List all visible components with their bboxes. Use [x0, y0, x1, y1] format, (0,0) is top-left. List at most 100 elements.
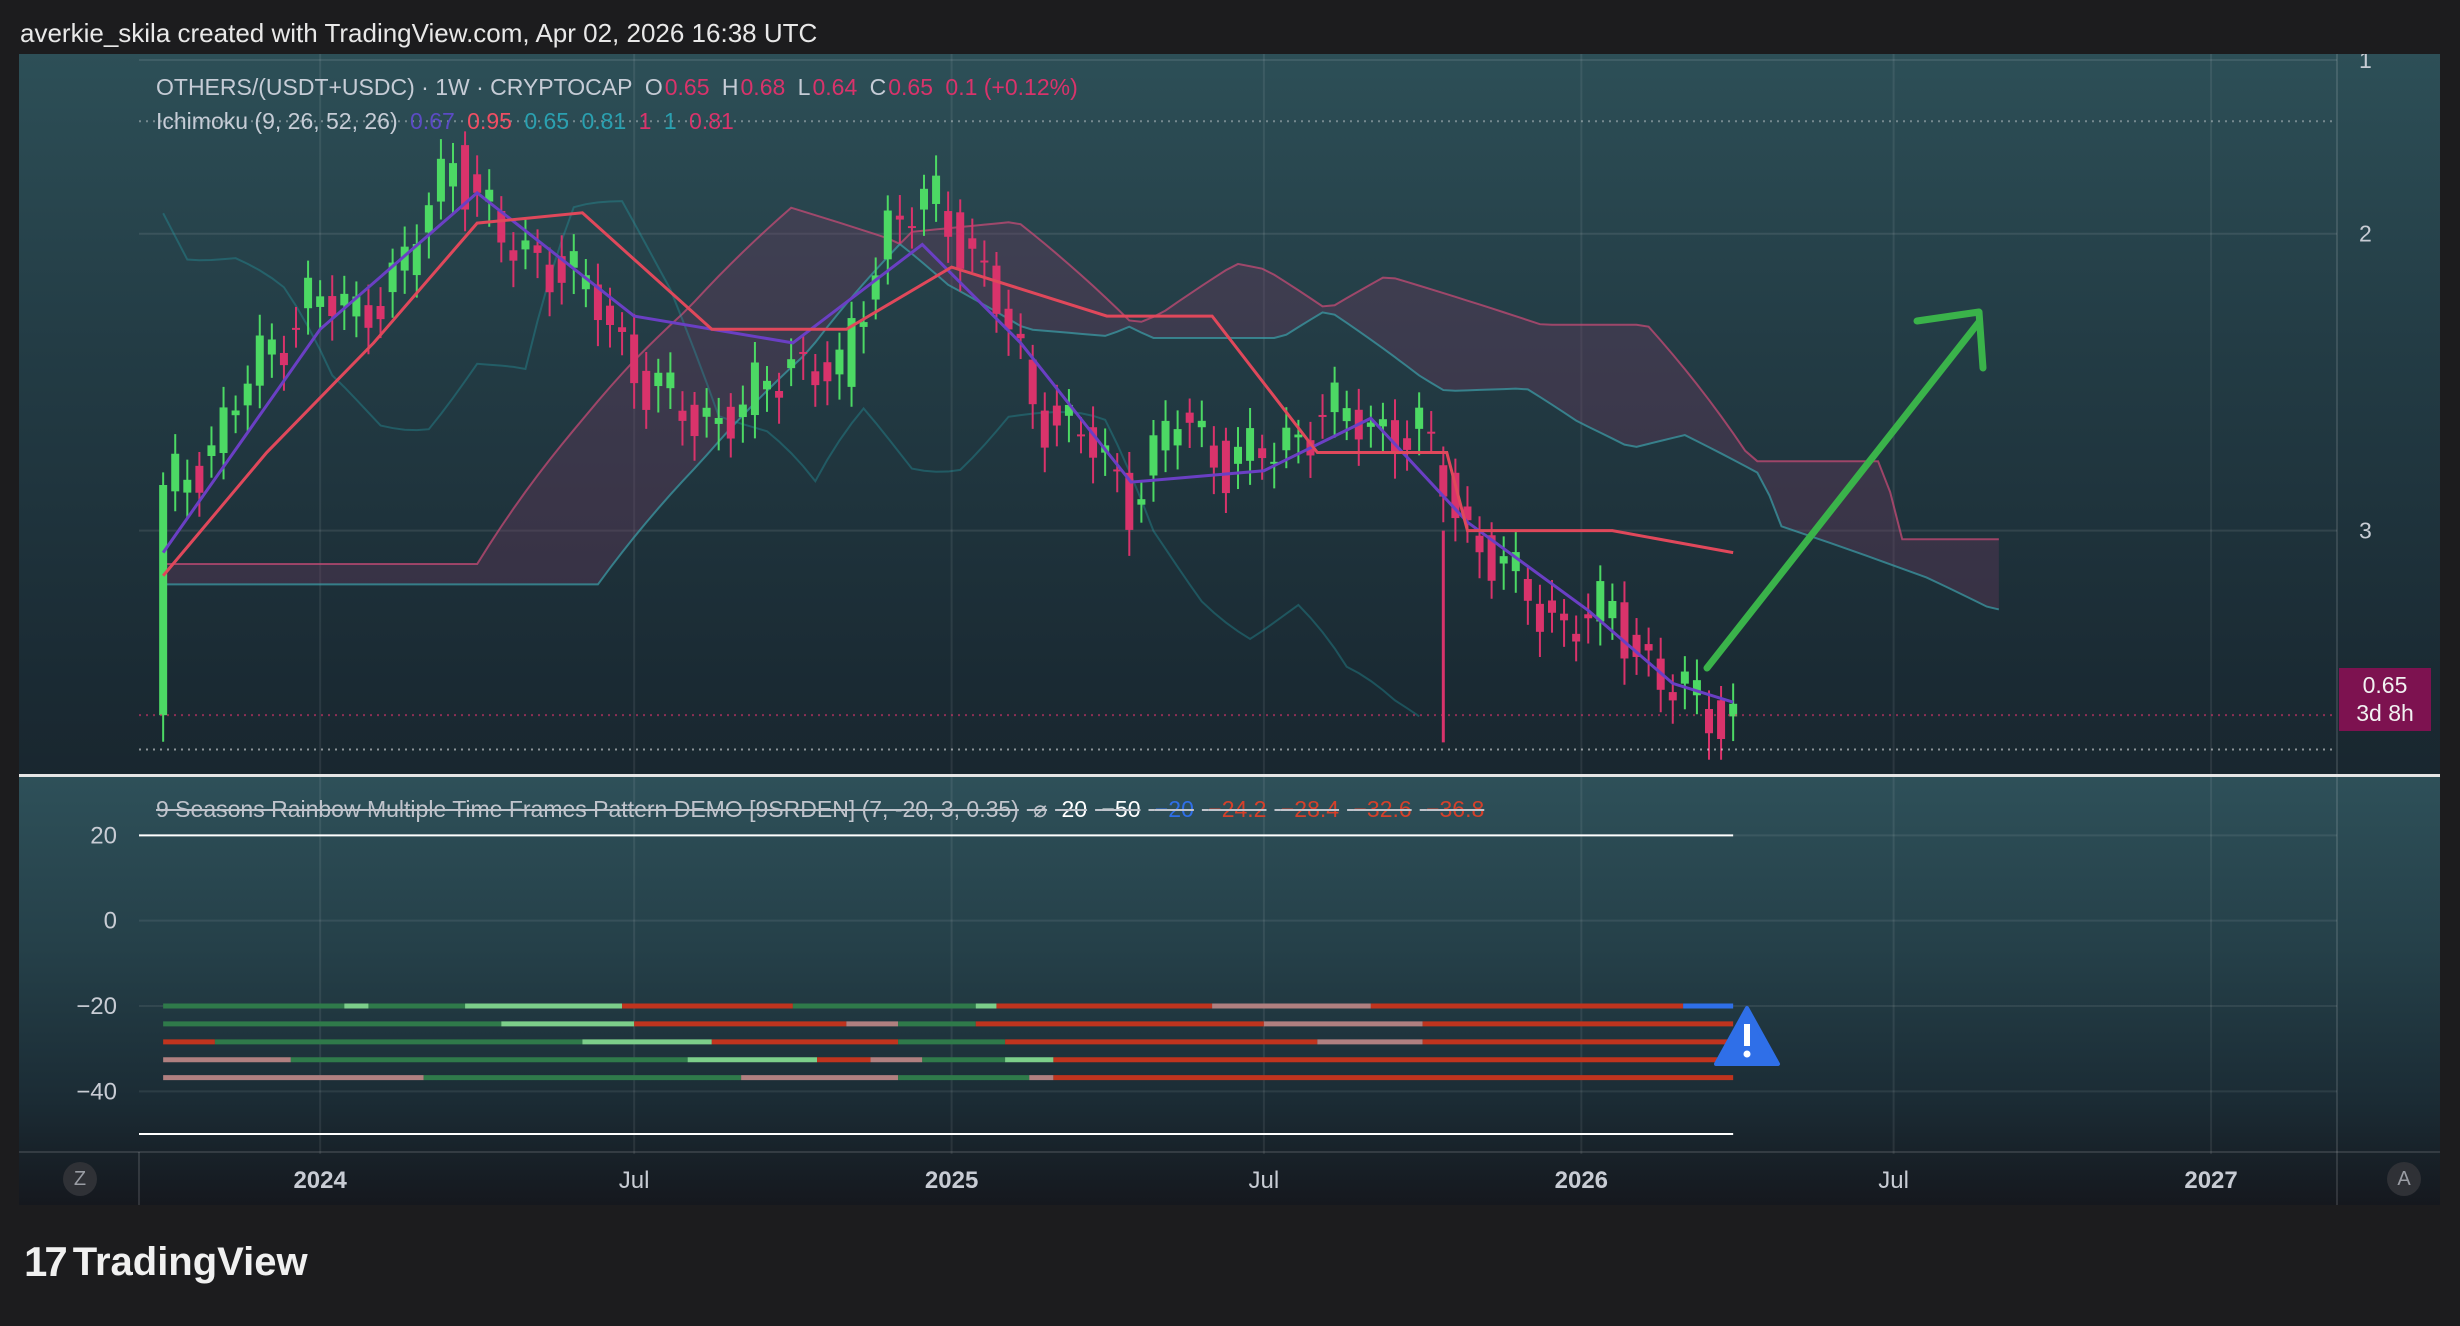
candle-body	[292, 327, 300, 330]
candle-body	[907, 226, 916, 229]
chart-frame[interactable]: 321 OTHERS/(USDT+USDC) · 1W · CRYPTOCAP …	[19, 54, 2440, 1205]
candle-body	[1209, 445, 1218, 468]
candle-body	[1548, 600, 1556, 613]
candle-body	[364, 305, 373, 328]
candle-body	[1535, 603, 1544, 632]
candle-body	[1680, 671, 1689, 684]
candle-body	[895, 215, 904, 220]
tradingview-logo[interactable]: 17 TradingView	[24, 1238, 308, 1286]
symbol-name[interactable]: OTHERS/(USDT+USDC) · 1W · CRYPTOCAP	[156, 74, 632, 100]
indicator-value-1: 20	[1061, 796, 1088, 822]
candle-body	[255, 335, 264, 386]
candle-body	[1052, 405, 1061, 426]
ichimoku-legend[interactable]: Ichimoku (9, 26, 52, 26) 0.67 0.95 0.65 …	[156, 108, 740, 135]
candle-body	[1246, 428, 1255, 461]
candle-body	[738, 404, 747, 418]
candle-body	[618, 327, 627, 332]
open-label: O	[644, 74, 663, 100]
candle-body	[328, 296, 337, 317]
candle-body	[1173, 429, 1182, 446]
candle-body	[1475, 535, 1484, 553]
candle-body	[436, 158, 445, 202]
candle-body	[787, 359, 796, 369]
candle-body	[702, 407, 711, 417]
candle-body	[678, 410, 687, 421]
chart-attribution: averkie_skila created with TradingView.c…	[20, 18, 818, 48]
tradingview-logo-mark: 17	[24, 1238, 68, 1285]
indicator-value-6: −32.6	[1353, 796, 1412, 822]
candle-body	[1161, 420, 1170, 451]
candle-body	[1028, 359, 1037, 405]
candle-body	[799, 351, 808, 354]
candle-body	[726, 406, 735, 439]
candle-body	[1717, 700, 1726, 739]
tradingview-brand: TradingView	[72, 1239, 308, 1284]
change-value: 0.1 (+0.12%)	[945, 74, 1078, 100]
high-label: H	[721, 74, 739, 100]
indicator-name[interactable]: 9 Seasons Rainbow Multiple Time Frames P…	[156, 796, 1019, 822]
candle-body	[1016, 333, 1025, 339]
candle-body	[340, 293, 349, 306]
candle-body	[1342, 408, 1351, 422]
candle-body	[1572, 633, 1581, 642]
y-axis-tick-label: 1	[2359, 54, 2372, 73]
candle-body	[1705, 709, 1713, 734]
candle-body	[473, 174, 482, 193]
indicator-pane[interactable]	[19, 777, 2440, 1205]
candle-body	[279, 352, 288, 366]
candle-body	[1221, 440, 1230, 494]
indicator-value-7: −36.8	[1426, 796, 1485, 822]
candle-body	[1258, 448, 1267, 459]
candle-body	[1149, 435, 1158, 476]
candle-body	[835, 349, 844, 375]
last-price-label: 0.65 3d 8h	[2339, 668, 2431, 731]
candle-body	[956, 212, 965, 269]
auto-scale-a-button[interactable]: A	[2387, 1162, 2421, 1196]
auto-scale-z-button[interactable]: Z	[63, 1162, 97, 1196]
candle-body	[509, 250, 518, 261]
ichimoku-name[interactable]: Ichimoku (9, 26, 52, 26)	[156, 108, 398, 134]
candle-body	[690, 404, 699, 437]
candle-body	[1137, 499, 1146, 505]
close-label: C	[869, 74, 887, 100]
candle-body	[171, 453, 180, 492]
candle-body	[545, 264, 554, 293]
candle-body	[944, 211, 953, 237]
main-price-chart[interactable]: 3 2 1	[19, 54, 2440, 774]
candle-body	[1185, 412, 1194, 423]
candle-body	[823, 362, 832, 382]
symbol-legend[interactable]: OTHERS/(USDT+USDC) · 1W · CRYPTOCAP O0.6…	[156, 74, 1084, 101]
candle-body	[883, 210, 892, 260]
candle-body	[1040, 410, 1049, 448]
candle-body	[1234, 446, 1242, 464]
ichimoku-leadB-value-a: 1	[638, 108, 652, 134]
candle-body	[449, 163, 457, 187]
ichimoku-lagging-value: 0.65	[524, 108, 570, 134]
candle-body	[219, 407, 228, 454]
candle-body	[859, 322, 868, 327]
candle-body	[775, 390, 784, 398]
candle-body	[1077, 434, 1085, 437]
indicator-value-2: −50	[1101, 796, 1141, 822]
indicator-symbol: ⌀	[1033, 796, 1048, 822]
candle-body	[1668, 692, 1677, 701]
candle-body	[666, 372, 675, 389]
indicator-value-5: −28.4	[1280, 796, 1340, 822]
candle-body	[654, 372, 663, 387]
ichimoku-lead-b-line	[163, 206, 1999, 566]
candle-body	[243, 383, 252, 406]
candle-body	[231, 410, 240, 416]
high-value: 0.68	[740, 74, 786, 100]
candle-body	[183, 479, 192, 493]
candle-body	[316, 296, 325, 307]
candle-body	[1608, 600, 1617, 619]
low-value: 0.64	[812, 74, 858, 100]
candle-body	[1523, 579, 1532, 601]
candle-body	[1427, 431, 1436, 434]
indicator-legend[interactable]: 9 Seasons Rainbow Multiple Time Frames P…	[156, 796, 1492, 823]
open-value: 0.65	[664, 74, 710, 100]
y-axis-tick-label: 2	[2359, 221, 2372, 247]
candle-body	[811, 371, 820, 386]
candle-body	[304, 277, 313, 309]
candle-body	[533, 245, 542, 253]
